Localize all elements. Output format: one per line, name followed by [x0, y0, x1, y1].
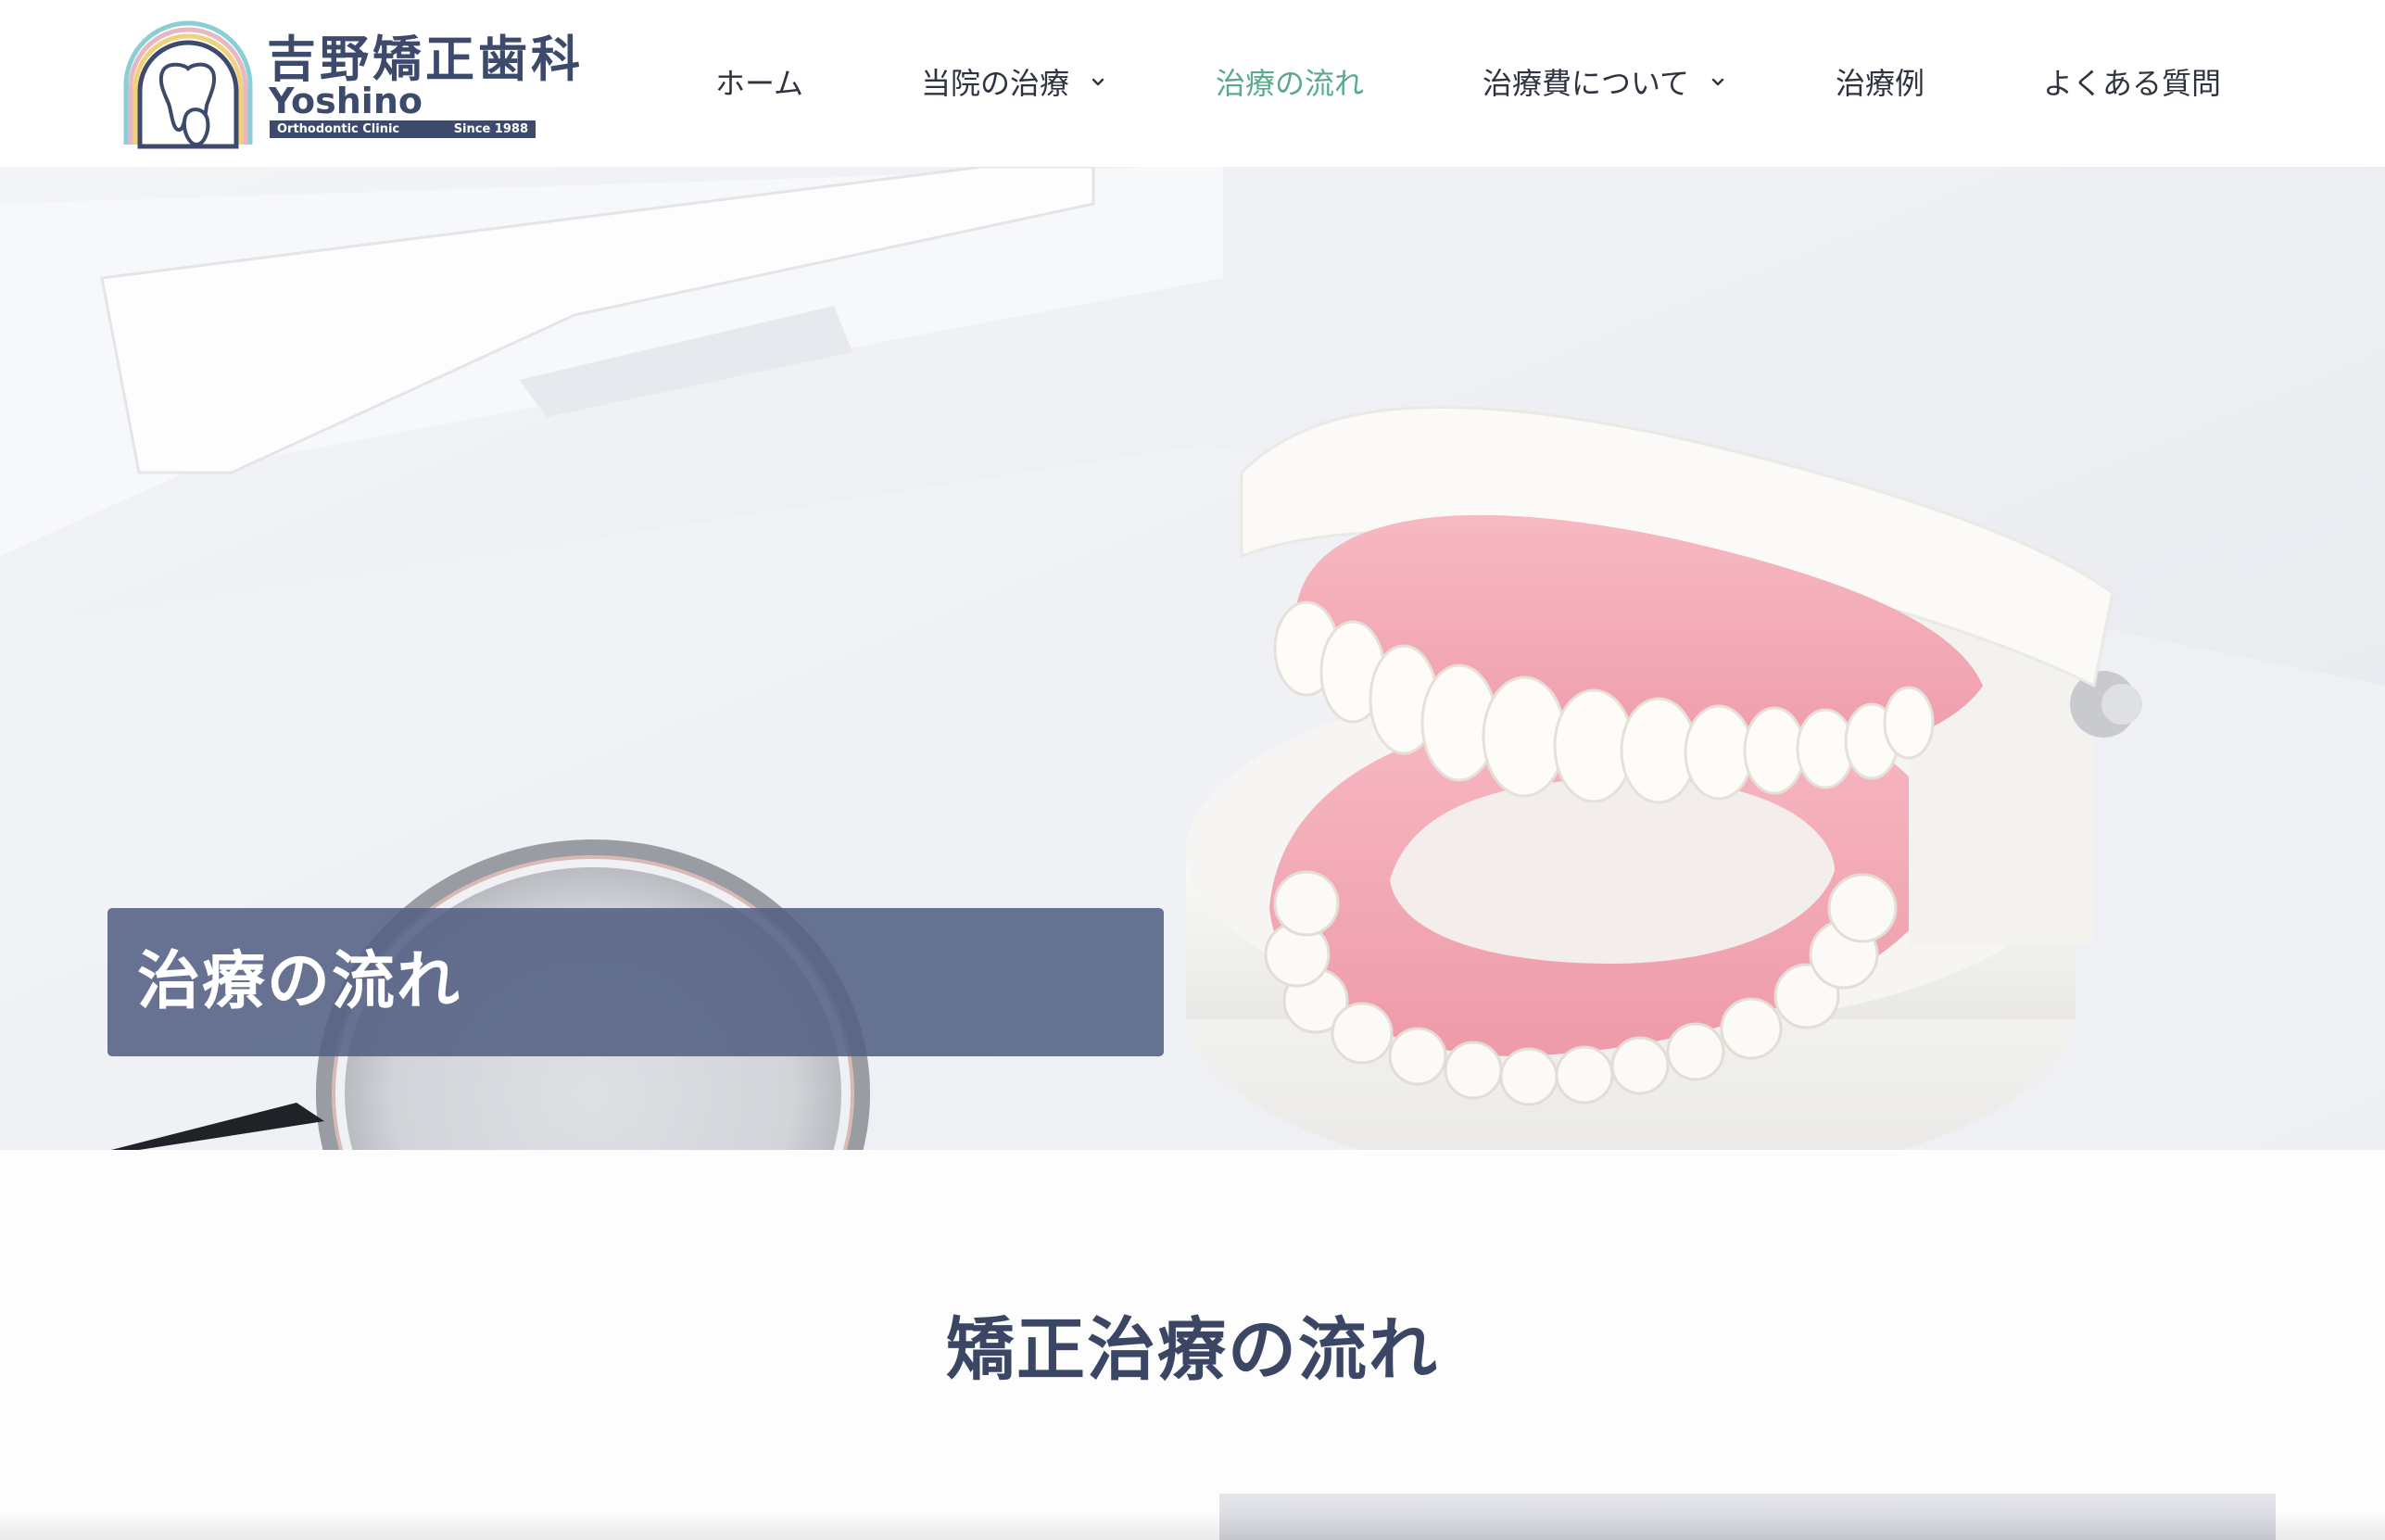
nav-item-label: 治療費について: [1483, 66, 1690, 101]
tooth-rainbow-icon: [123, 20, 253, 149]
logo-subtitle-bar: Orthodontic Clinic Since 1988: [270, 120, 536, 138]
hero-title-banner: 治療の流れ: [107, 908, 1164, 1056]
hero-banner: 治療の流れ: [0, 167, 2385, 1150]
nav-item-treatment-flow[interactable]: 治療の流れ: [1216, 56, 1364, 111]
logo-wordmark-kanji: 吉野矯正歯科: [267, 32, 584, 88]
logo-subtitle: Orthodontic Clinic: [277, 122, 400, 136]
section-image-partial: [1219, 1494, 2276, 1540]
nav-item-label: ホーム: [715, 66, 804, 101]
hero-title: 治療の流れ: [137, 945, 462, 1018]
nav-item-label: 当院の治療: [921, 66, 1070, 101]
nav-item-label: よくある質問: [2043, 66, 2222, 101]
logo-wordmark-roman: Yoshino: [269, 81, 423, 121]
chevron-down-icon: [1092, 78, 1104, 86]
logo-since: Since 1988: [453, 122, 528, 136]
nav-item-faq[interactable]: よくある質問: [2043, 56, 2221, 111]
nav-item-label: 治療の流れ: [1216, 66, 1365, 101]
section-title: 矯正治療の流れ: [946, 1310, 1439, 1390]
nav-item-fees[interactable]: 治療費について: [1483, 56, 1728, 111]
nav-item-label: 治療例: [1836, 66, 1925, 101]
nav-item-treatments[interactable]: 当院の治療: [921, 56, 1108, 111]
site-header: 吉野矯正歯科 Yoshino Orthodontic Clinic Since …: [0, 0, 2385, 167]
nav-item-home[interactable]: ホーム: [715, 56, 803, 111]
site-logo[interactable]: 吉野矯正歯科 Yoshino Orthodontic Clinic Since …: [120, 13, 580, 154]
nav-item-cases[interactable]: 治療例: [1836, 56, 1924, 111]
chevron-down-icon: [1712, 78, 1724, 86]
